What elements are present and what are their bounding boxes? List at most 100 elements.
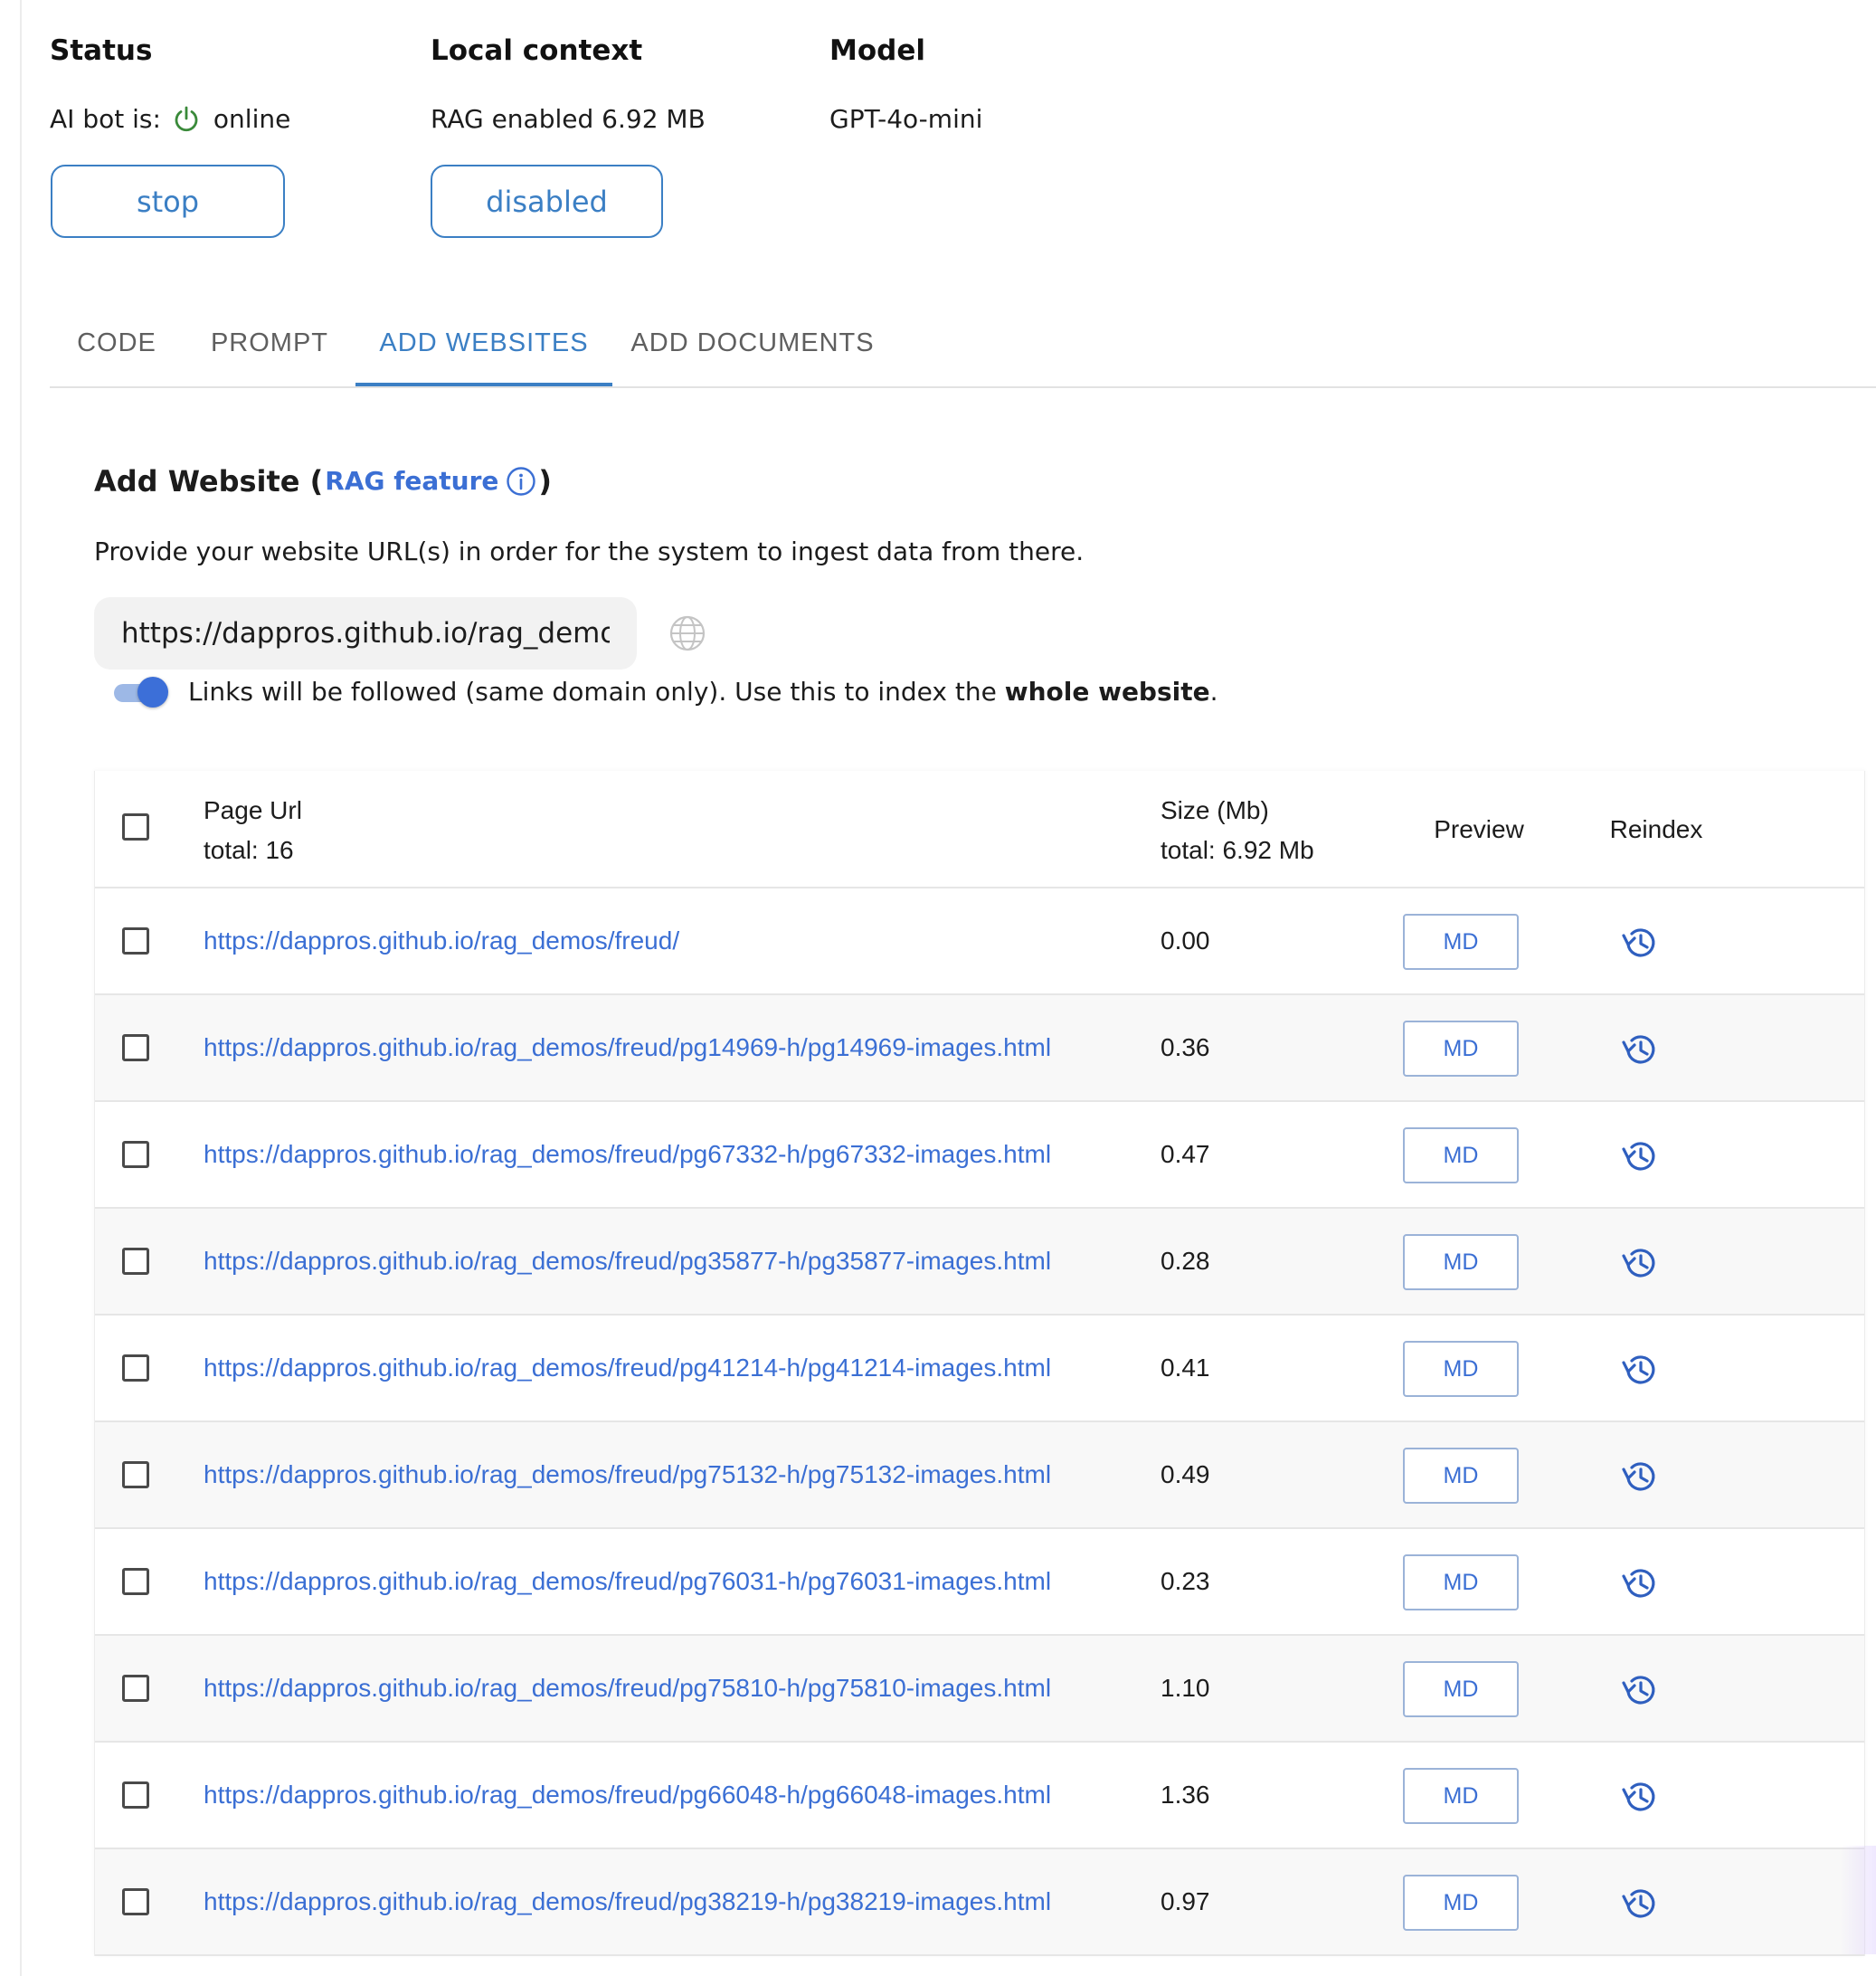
table-header: Page Url total: 16 Size (Mb) total: 6.92… [95, 771, 1864, 888]
header-size-label: Size (Mb) [1161, 796, 1269, 824]
header-size: Size (Mb) total: 6.92 Mb [1161, 791, 1314, 870]
add-website-description: Provide your website URL(s) in order for… [94, 537, 1085, 566]
add-website-heading-close: ) [538, 464, 553, 499]
row-checkbox[interactable] [122, 1568, 149, 1595]
reindex-history-icon[interactable] [1620, 1136, 1660, 1176]
reindex-history-icon[interactable] [1620, 923, 1660, 963]
preview-md-button[interactable]: MD [1403, 1021, 1519, 1077]
row-checkbox[interactable] [122, 927, 149, 955]
toggle-knob [137, 677, 168, 708]
page-url-link[interactable]: https://dappros.github.io/rag_demos/freu… [204, 1135, 1051, 1174]
tab-add-documents[interactable]: ADD DOCUMENTS [612, 312, 893, 386]
add-website-title: Add Website ( RAG feature ) [94, 461, 552, 501]
table-row: https://dappros.github.io/rag_demos/freu… [95, 1743, 1864, 1849]
header-preview: Preview [1434, 815, 1524, 843]
power-icon [175, 106, 198, 132]
reindex-history-icon[interactable] [1620, 1030, 1660, 1069]
status-title: Status [50, 34, 153, 67]
follow-links-toggle[interactable] [112, 677, 168, 708]
row-checkbox[interactable] [122, 1888, 149, 1915]
preview-md-button[interactable]: MD [1403, 1448, 1519, 1504]
page-size: 0.47 [1161, 1140, 1210, 1168]
page-size: 1.10 [1161, 1674, 1210, 1702]
local-context-title: Local context [431, 34, 643, 67]
page-url-link[interactable]: https://dappros.github.io/rag_demos/freu… [204, 1775, 1051, 1815]
page-url-link[interactable]: https://dappros.github.io/rag_demos/freu… [204, 921, 679, 961]
ai-bot-label: AI bot is: [50, 104, 161, 134]
page-size: 0.49 [1161, 1460, 1210, 1488]
table-body: https://dappros.github.io/rag_demos/freu… [95, 888, 1864, 1956]
table-row: https://dappros.github.io/rag_demos/freu… [95, 995, 1864, 1102]
model-value: GPT-4o-mini [829, 104, 983, 134]
reindex-history-icon[interactable] [1620, 1457, 1660, 1496]
page-url-link[interactable]: https://dappros.github.io/rag_demos/freu… [204, 1562, 1051, 1601]
row-checkbox[interactable] [122, 1461, 149, 1488]
page-url-link[interactable]: https://dappros.github.io/rag_demos/freu… [204, 1348, 1051, 1388]
globe-icon[interactable] [668, 613, 707, 653]
status-section: Status AI bot is: online [50, 33, 290, 138]
table-row: https://dappros.github.io/rag_demos/freu… [95, 1636, 1864, 1743]
row-checkbox[interactable] [122, 1141, 149, 1168]
table-row: https://dappros.github.io/rag_demos/freu… [95, 1209, 1864, 1316]
tab-prompt[interactable]: PROMPT [184, 312, 355, 386]
pages-table: Page Url total: 16 Size (Mb) total: 6.92… [94, 771, 1865, 1956]
table-row: https://dappros.github.io/rag_demos/freu… [95, 1102, 1864, 1209]
website-url-input[interactable] [94, 597, 637, 670]
page-size: 0.97 [1161, 1887, 1210, 1915]
page-size: 0.23 [1161, 1567, 1210, 1595]
page-url-link[interactable]: https://dappros.github.io/rag_demos/freu… [204, 1882, 1051, 1922]
preview-md-button[interactable]: MD [1403, 1768, 1519, 1824]
page-url-link[interactable]: https://dappros.github.io/rag_demos/freu… [204, 1028, 1051, 1068]
rag-disabled-button[interactable]: disabled [431, 165, 663, 238]
corner-decoration [1840, 1846, 1876, 1954]
page-size: 1.36 [1161, 1781, 1210, 1809]
page-size: 0.00 [1161, 926, 1210, 955]
preview-md-button[interactable]: MD [1403, 1127, 1519, 1183]
table-row: https://dappros.github.io/rag_demos/freu… [95, 1422, 1864, 1529]
row-checkbox[interactable] [122, 1675, 149, 1702]
header-total-pages: total: 16 [204, 836, 294, 864]
rag-feature-link[interactable]: RAG feature [325, 461, 498, 501]
page-size: 0.28 [1161, 1247, 1210, 1275]
local-context-section: Local context RAG enabled 6.92 MB [431, 33, 706, 138]
header-reindex: Reindex [1609, 815, 1703, 843]
reindex-history-icon[interactable] [1620, 1350, 1660, 1390]
header-page-url-label: Page Url [204, 796, 302, 824]
row-checkbox[interactable] [122, 1354, 149, 1382]
preview-md-button[interactable]: MD [1403, 1554, 1519, 1610]
row-checkbox[interactable] [122, 1034, 149, 1061]
left-divider [20, 0, 22, 1976]
local-context-value: RAG enabled 6.92 MB [431, 104, 706, 134]
info-icon[interactable] [506, 466, 536, 497]
stop-button[interactable]: stop [51, 165, 285, 238]
table-row: https://dappros.github.io/rag_demos/freu… [95, 888, 1864, 995]
follow-links-end: . [1209, 677, 1218, 707]
preview-md-button[interactable]: MD [1403, 1661, 1519, 1717]
row-checkbox[interactable] [122, 1781, 149, 1809]
reindex-history-icon[interactable] [1620, 1884, 1660, 1924]
page-url-link[interactable]: https://dappros.github.io/rag_demos/freu… [204, 1668, 1051, 1708]
page-url-link[interactable]: https://dappros.github.io/rag_demos/freu… [204, 1241, 1051, 1281]
table-row: https://dappros.github.io/rag_demos/freu… [95, 1529, 1864, 1636]
row-checkbox[interactable] [122, 1248, 149, 1275]
page-url-link[interactable]: https://dappros.github.io/rag_demos/freu… [204, 1455, 1051, 1495]
follow-links-bold: whole website [1004, 677, 1210, 707]
tab-bar: CODE PROMPT ADD WEBSITES ADD DOCUMENTS [50, 312, 1876, 388]
preview-md-button[interactable]: MD [1403, 1234, 1519, 1290]
select-all-checkbox[interactable] [122, 813, 149, 841]
page-size: 0.41 [1161, 1354, 1210, 1382]
header-total-size: total: 6.92 Mb [1161, 836, 1314, 864]
reindex-history-icon[interactable] [1620, 1670, 1660, 1710]
reindex-history-icon[interactable] [1620, 1563, 1660, 1603]
tab-code[interactable]: CODE [50, 312, 184, 386]
preview-md-button[interactable]: MD [1403, 1875, 1519, 1931]
table-row: https://dappros.github.io/rag_demos/freu… [95, 1316, 1864, 1422]
reindex-history-icon[interactable] [1620, 1243, 1660, 1283]
preview-md-button[interactable]: MD [1403, 1341, 1519, 1397]
preview-md-button[interactable]: MD [1403, 914, 1519, 970]
reindex-history-icon[interactable] [1620, 1777, 1660, 1817]
follow-links-label: Links will be followed (same domain only… [188, 677, 1005, 707]
tab-add-websites[interactable]: ADD WEBSITES [355, 312, 612, 386]
follow-links-text: Links will be followed (same domain only… [188, 674, 1218, 710]
add-website-heading: Add Website ( [94, 464, 324, 499]
